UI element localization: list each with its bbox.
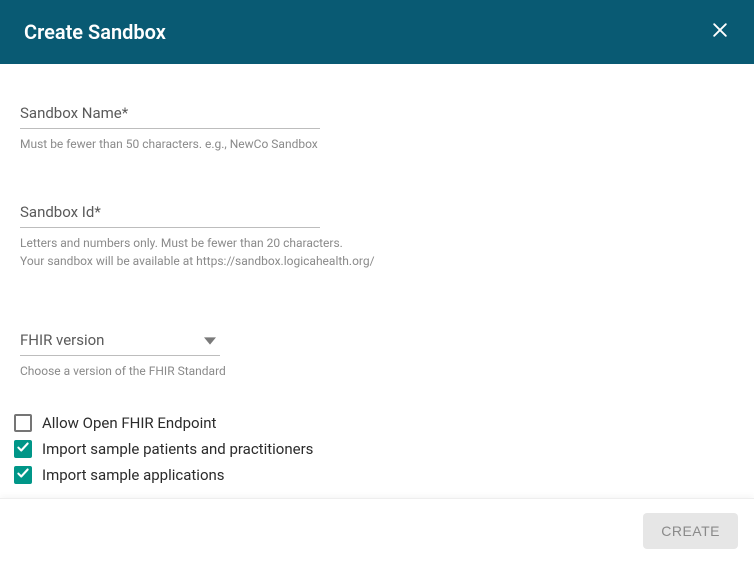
allow-open-endpoint-row: Allow Open FHIR Endpoint bbox=[14, 410, 734, 436]
sandbox-id-field: Sandbox Id* Letters and numbers only. Mu… bbox=[20, 203, 734, 270]
options-group: Allow Open FHIR Endpoint Import sample p… bbox=[14, 410, 734, 488]
check-icon bbox=[16, 466, 30, 484]
sandbox-id-input[interactable]: Sandbox Id* bbox=[20, 203, 320, 228]
import-sample-patients-row: Import sample patients and practitioners bbox=[14, 436, 734, 462]
create-button[interactable]: CREATE bbox=[643, 513, 738, 549]
dialog-footer: CREATE bbox=[0, 498, 754, 563]
fhir-version-hint: Choose a version of the FHIR Standard bbox=[20, 362, 734, 380]
sandbox-name-input[interactable]: Sandbox Name* bbox=[20, 104, 320, 129]
dialog-content: Sandbox Name* Must be fewer than 50 char… bbox=[0, 64, 754, 557]
dialog-title: Create Sandbox bbox=[24, 20, 166, 44]
chevron-down-icon bbox=[204, 332, 216, 351]
close-button[interactable] bbox=[706, 18, 734, 46]
close-icon bbox=[710, 20, 730, 44]
sandbox-name-hint: Must be fewer than 50 characters. e.g., … bbox=[20, 135, 734, 153]
import-sample-apps-row: Import sample applications bbox=[14, 462, 734, 488]
fhir-version-label: FHIR version bbox=[20, 331, 104, 349]
allow-open-endpoint-checkbox[interactable] bbox=[14, 414, 32, 432]
sandbox-name-field: Sandbox Name* Must be fewer than 50 char… bbox=[20, 104, 734, 153]
dialog-header: Create Sandbox bbox=[0, 0, 754, 64]
import-sample-apps-checkbox[interactable] bbox=[14, 466, 32, 484]
import-sample-patients-checkbox[interactable] bbox=[14, 440, 32, 458]
sandbox-id-hint-2: Your sandbox will be available at https:… bbox=[20, 252, 734, 270]
allow-open-endpoint-label: Allow Open FHIR Endpoint bbox=[42, 414, 216, 432]
import-sample-apps-label: Import sample applications bbox=[42, 466, 225, 484]
fhir-version-select[interactable]: FHIR version bbox=[20, 330, 220, 356]
check-icon bbox=[16, 440, 30, 458]
import-sample-patients-label: Import sample patients and practitioners bbox=[42, 440, 313, 458]
fhir-version-field: FHIR version Choose a version of the FHI… bbox=[20, 330, 734, 380]
sandbox-id-hint-1: Letters and numbers only. Must be fewer … bbox=[20, 234, 734, 252]
